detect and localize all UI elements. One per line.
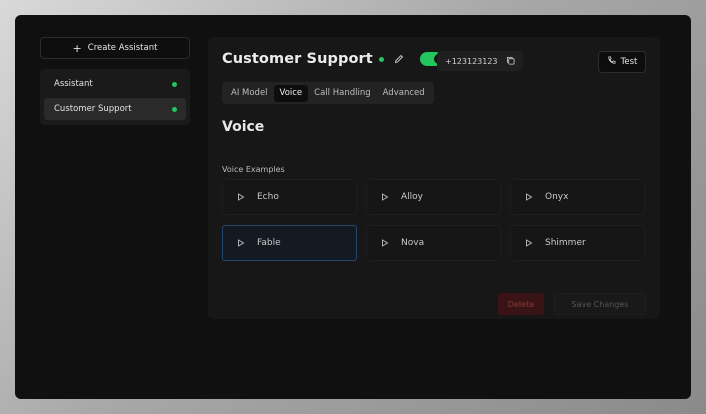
voice-name: Shimmer (545, 238, 586, 248)
pencil-icon[interactable] (394, 53, 406, 65)
sidebar-item-label: Assistant (54, 79, 93, 89)
delete-button[interactable]: Delete (498, 293, 544, 315)
plus-icon: + (72, 41, 82, 55)
test-label: Test (620, 57, 638, 67)
voice-name: Echo (257, 192, 279, 202)
sidebar-item-customer-support[interactable]: Customer Support (44, 98, 186, 120)
voice-grid: Echo Alloy Onyx Fable Nova Shimmer (222, 179, 646, 261)
section-title: Voice (222, 119, 265, 135)
voice-examples-label: Voice Examples (222, 165, 285, 174)
phone-number-badge[interactable]: +123123123 (437, 51, 523, 71)
voice-card-fable[interactable]: Fable (222, 225, 357, 261)
play-icon (525, 193, 533, 201)
tab-voice[interactable]: Voice (273, 84, 309, 102)
copy-icon[interactable] (506, 56, 515, 67)
voice-card-echo[interactable]: Echo (222, 179, 357, 215)
sidebar-item-label: Customer Support (54, 104, 132, 114)
assistant-panel: Customer Support +123123123 Test AI Mode… (208, 37, 660, 319)
voice-card-shimmer[interactable]: Shimmer (510, 225, 645, 261)
tab-advanced[interactable]: Advanced (377, 85, 431, 102)
assistant-list: Assistant Customer Support (40, 69, 190, 125)
test-button[interactable]: Test (598, 51, 646, 73)
tab-call-handling[interactable]: Call Handling (308, 85, 376, 102)
status-dot-icon (172, 106, 177, 112)
voice-name: Nova (401, 238, 425, 248)
app-window: + Create Assistant Assistant Customer Su… (15, 15, 691, 399)
play-icon (237, 193, 245, 201)
phone-number: +123123123 (445, 56, 498, 66)
page-title: Customer Support (222, 51, 373, 67)
tab-ai-model[interactable]: AI Model (225, 85, 274, 102)
status-dot-icon (172, 81, 177, 87)
play-icon (237, 239, 245, 247)
voice-name: Alloy (401, 192, 423, 202)
tab-bar: AI Model Voice Call Handling Advanced (222, 82, 434, 104)
title-row: Customer Support (222, 51, 446, 67)
voice-card-alloy[interactable]: Alloy (366, 179, 501, 215)
voice-name: Onyx (545, 192, 569, 202)
status-dot-icon (378, 56, 384, 62)
play-icon (381, 239, 389, 247)
play-icon (381, 193, 389, 201)
phone-icon (607, 56, 616, 68)
save-changes-button[interactable]: Save Changes (554, 293, 646, 315)
voice-name: Fable (257, 238, 281, 248)
voice-card-onyx[interactable]: Onyx (510, 179, 645, 215)
create-assistant-button[interactable]: + Create Assistant (40, 37, 190, 59)
sidebar-item-assistant[interactable]: Assistant (44, 73, 186, 95)
voice-card-nova[interactable]: Nova (366, 225, 501, 261)
play-icon (525, 239, 533, 247)
create-assistant-label: Create Assistant (87, 43, 158, 53)
